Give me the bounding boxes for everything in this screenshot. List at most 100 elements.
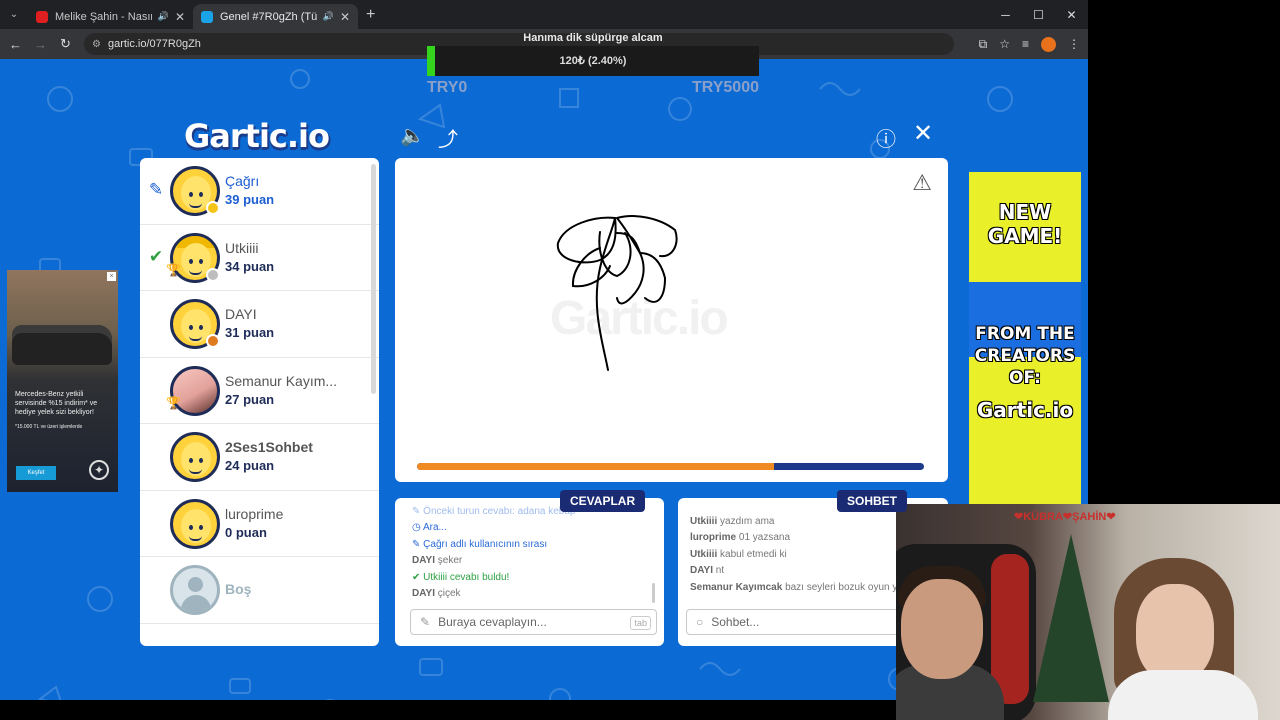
- media-control-icon[interactable]: ≡: [1022, 37, 1029, 51]
- answer-message: ✎ Çağrı adlı kullanıcının sırası: [412, 537, 652, 553]
- share-icon[interactable]: ⤴: [438, 123, 458, 152]
- info-icon[interactable]: ⓘ: [876, 123, 896, 152]
- answer-user: DAYI: [412, 588, 435, 600]
- chat-user: Utkiiii: [690, 516, 718, 527]
- ad-line: OF:: [1009, 368, 1041, 388]
- browser-tab-strip: ⌄ Melike Şahin - Nasır (Officia 🔊 ✕ Gene…: [0, 0, 1088, 29]
- tab-chat[interactable]: SOHBET: [837, 490, 908, 512]
- browser-tab-youtube[interactable]: Melike Şahin - Nasır (Officia 🔊 ✕: [28, 4, 193, 29]
- player-score: 39 puan: [225, 192, 275, 207]
- sound-icon[interactable]: 🔈: [400, 123, 425, 148]
- chat-message: luroprime 01 yazsana: [690, 530, 930, 546]
- chat-message: Semanur Kayımcak bazı seyleri bozuk oyun…: [690, 580, 930, 596]
- answers-panel: ✎ Önceki turun cevabı: adana kebap ◷ Ara.…: [395, 498, 664, 646]
- chat-placeholder: Sohbet...: [711, 615, 760, 629]
- profile-avatar[interactable]: [1041, 36, 1056, 52]
- empty-avatar-icon: [170, 565, 220, 615]
- correct-check-icon: ✔: [148, 246, 164, 266]
- tab-title: Genel #7R0gZh (Türkçe) - G: [220, 10, 317, 23]
- chat-text: 01 yazsana: [738, 532, 791, 544]
- chat-user: luroprime: [690, 532, 737, 544]
- player-score: 27 puan: [225, 391, 275, 407]
- answers-scrollbar[interactable]: [652, 583, 655, 603]
- player-list-scrollbar[interactable]: [371, 164, 376, 394]
- drawing-pencil-icon: ✎: [148, 180, 164, 199]
- ad-close-icon[interactable]: ×: [107, 272, 116, 281]
- forward-icon[interactable]: →: [28, 37, 53, 52]
- player-score: 31 puan: [225, 325, 275, 340]
- tab-key-hint: tab: [630, 616, 651, 630]
- system-text: Utkiiii cevabı buldu!: [423, 571, 510, 583]
- trophy-icon: 🏆: [166, 262, 181, 277]
- ad-line: CREATORS: [974, 346, 1076, 366]
- bookmark-star-icon[interactable]: ☆: [999, 37, 1010, 51]
- clock-icon: ◷: [412, 522, 421, 534]
- back-icon[interactable]: ←: [3, 37, 28, 52]
- player-status-badge: [206, 201, 220, 215]
- player-row[interactable]: 🏆 Semanur Kayım... 27 puan: [140, 358, 379, 424]
- donation-goal-widget: Hanıma dik süpürge alcam 120₺ (2.40%) TR…: [427, 30, 759, 100]
- player-row-empty[interactable]: Boş: [140, 557, 379, 624]
- player-name: Utkiiii: [225, 239, 259, 256]
- close-window-icon[interactable]: ✕: [1055, 0, 1088, 29]
- install-app-icon[interactable]: ⧉: [979, 37, 988, 52]
- donation-amount: 120₺ (2.40%): [559, 55, 627, 67]
- player-row[interactable]: 2Ses1Sohbet 24 puan: [140, 424, 379, 491]
- mercedes-ad[interactable]: × Mercedes-Benz yetkili servisinde %15 i…: [7, 270, 118, 492]
- gartic-logo[interactable]: Gartic.io: [184, 117, 330, 155]
- chat-user: Utkiiii: [690, 548, 718, 560]
- site-info-icon[interactable]: ⚙: [92, 39, 101, 50]
- donation-min: TRY0: [427, 79, 468, 96]
- answer-input[interactable]: ✎ Buraya cevaplayın... tab: [410, 609, 657, 635]
- toolbar-right: ⧉ ☆ ≡ ⋮: [979, 29, 1080, 59]
- player-name: luroprime: [225, 505, 284, 522]
- maximize-icon[interactable]: ☐: [1022, 0, 1055, 29]
- url-text: gartic.io/077R0gZh: [107, 38, 201, 50]
- screen: ⌄ Melike Şahin - Nasır (Officia 🔊 ✕ Gene…: [0, 0, 1280, 720]
- player-row[interactable]: ✔ 🏆 Utkiiii 34 puan: [140, 225, 379, 291]
- christmas-tree: [1033, 534, 1109, 702]
- donation-progress-bar: 120₺ (2.40%): [427, 46, 759, 76]
- speaker-icon[interactable]: 🔊: [323, 11, 334, 22]
- player-row[interactable]: luroprime 0 puan: [140, 491, 379, 557]
- check-icon: ✔: [412, 571, 421, 583]
- player-avatar: [170, 498, 220, 549]
- chat-bubble-icon: ○: [696, 615, 704, 629]
- player-name: DAYI: [225, 306, 257, 322]
- exit-icon[interactable]: ✕: [913, 119, 933, 148]
- ad-line: GAME!: [987, 224, 1063, 248]
- speaker-icon[interactable]: 🔊: [158, 11, 169, 22]
- player-row[interactable]: DAYI 31 puan: [140, 291, 379, 358]
- new-tab-button[interactable]: +: [366, 6, 375, 24]
- chat-list: Utkiiii yazdım ama luroprime 01 yazsana Ut…: [690, 514, 930, 596]
- ad-cta-button[interactable]: Keşfet: [16, 466, 56, 480]
- drawing-canvas[interactable]: Gartic.io ⚠: [395, 158, 948, 482]
- person-right-body: [1108, 670, 1258, 720]
- chat-message: Utkiiii kabul etmedi ki: [690, 547, 930, 563]
- ad-line: FROM THE: [975, 324, 1075, 344]
- chat-text: yazdım ama: [720, 516, 775, 527]
- round-timer-fill: [417, 463, 775, 470]
- reload-icon[interactable]: ↻: [53, 36, 78, 52]
- minimize-icon[interactable]: ─: [989, 0, 1022, 29]
- answer-user: DAYI: [412, 555, 435, 567]
- player-row[interactable]: ✎ Çağrı 39 puan: [140, 158, 379, 225]
- player-list: ✎ Çağrı 39 puan ✔ 🏆 Utkiiii 34 puan DAYI 31 puan…: [140, 158, 379, 646]
- chat-message: Utkiiii yazdım ama: [690, 514, 930, 530]
- chat-user: DAYI: [690, 565, 713, 577]
- browser-menu-icon[interactable]: ⋮: [1068, 37, 1080, 51]
- browser-tab-gartic[interactable]: Genel #7R0gZh (Türkçe) - G 🔊 ✕: [193, 4, 358, 29]
- tab-answers[interactable]: CEVAPLAR: [560, 490, 646, 512]
- system-text: Çağrı adlı kullanıcının sırası: [423, 538, 548, 550]
- player-name: 2Ses1Sohbet: [225, 439, 313, 455]
- youtube-favicon-icon: [36, 10, 48, 23]
- player-status-badge: [206, 334, 220, 348]
- close-tab-icon[interactable]: ✕: [175, 10, 185, 24]
- taskbar-gap: [0, 700, 896, 720]
- answers-list: ✎ Önceki turun cevabı: adana kebap ◷ Ara.…: [412, 504, 652, 602]
- close-tab-icon[interactable]: ✕: [340, 10, 350, 24]
- tab-search-button[interactable]: ⌄: [0, 0, 28, 29]
- person-left-head: [901, 579, 983, 679]
- trophy-icon: 🏆: [166, 395, 181, 410]
- player-avatar: [170, 432, 220, 482]
